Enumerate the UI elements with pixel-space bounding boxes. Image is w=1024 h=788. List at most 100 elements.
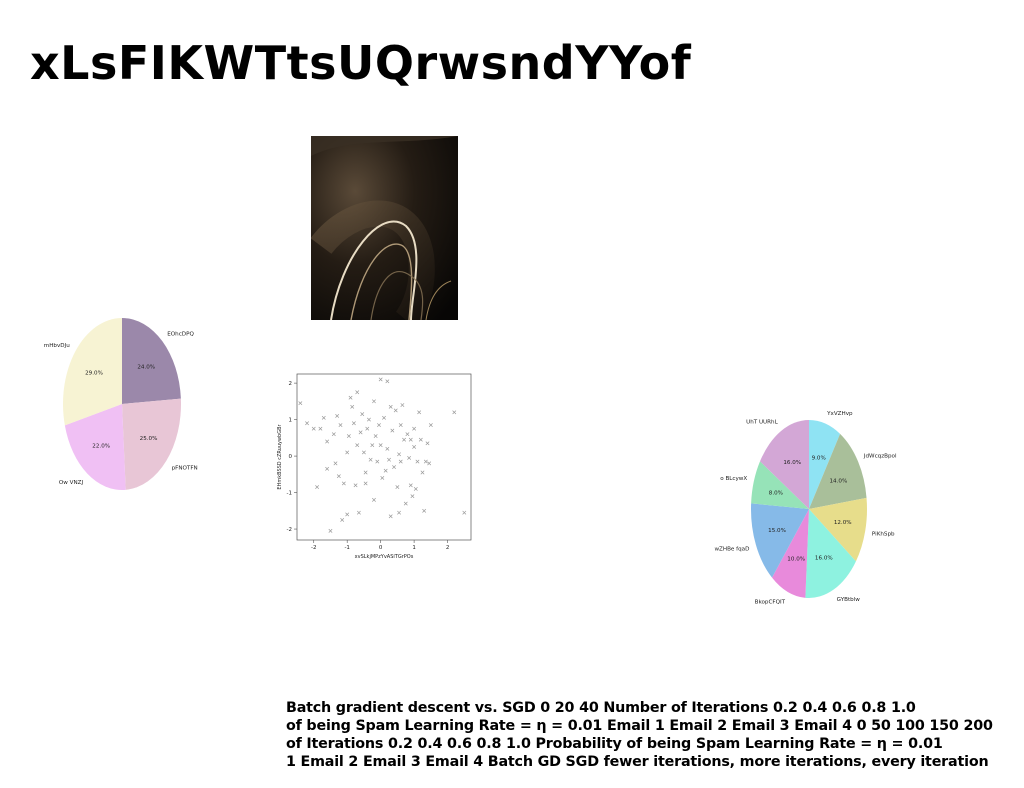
scatter-point (341, 481, 346, 486)
scatter-point (368, 457, 373, 462)
scatter-point (328, 528, 333, 533)
x-tick-label: 0 (379, 545, 383, 551)
scatter-point (407, 455, 412, 460)
y-tick-label: 1 (289, 418, 293, 424)
scatter-point (338, 423, 343, 428)
pie-slice-label: o BLcywX (720, 476, 747, 482)
caption-line: 1 Email 2 Email 3 Email 4 Batch GD SGD f… (286, 754, 989, 770)
scatter-point (377, 423, 381, 428)
scatter-point (412, 426, 417, 431)
pie-pct-label: 8.0% (769, 490, 783, 496)
scatter-point (415, 459, 420, 464)
scatter-point (353, 483, 358, 488)
pie-pct-label: 24.0% (137, 364, 155, 370)
abstract-swirl-image (311, 136, 458, 320)
pie-pct-label: 29.0% (85, 370, 103, 376)
scatter-point (403, 501, 408, 506)
scatter-point (346, 434, 351, 438)
scatter-point (373, 434, 378, 438)
scatter-point (355, 390, 360, 395)
scatter-point (417, 410, 422, 415)
pie-chart-1: 24.0% EOhcDPQ 25.0% pFNOTFN 22.0% Ow VNZJ 29.0… (44, 318, 198, 490)
page-title: xLsFIKWTtsUQrwsndYYof (30, 36, 692, 90)
caption-line: of being Spam Learning Rate = η = 0.01 E… (286, 718, 993, 734)
pie-slice-label: EOhcDPQ (167, 332, 194, 338)
pie-slice-label: JdWcqzBpol (863, 454, 897, 460)
scatter-point (428, 423, 433, 428)
scatter-point (375, 459, 380, 464)
scatter-point (366, 417, 371, 422)
scatter-point (427, 461, 432, 466)
scatter-point (380, 476, 385, 480)
scatter-point (336, 474, 341, 479)
scatter-point (392, 465, 396, 469)
scatter-point (333, 461, 338, 466)
scatter-point (298, 401, 303, 406)
pie-slice-label: mHbvDJu (44, 343, 70, 349)
caption-line: Batch gradient descent vs. SGD 0 20 40 N… (286, 700, 916, 716)
scatter-point (356, 510, 361, 515)
pie-pct-label: 15.0% (768, 528, 786, 534)
pie-pct-label: 12.0% (834, 520, 852, 526)
scatter-point (340, 517, 345, 522)
scatter-point (345, 450, 350, 455)
scatter-point (382, 415, 386, 420)
scatter-point (452, 410, 457, 415)
scatter-point (372, 497, 376, 502)
scatter-point (398, 423, 403, 428)
y-tick-label: 0 (289, 454, 293, 460)
scatter-point (348, 395, 353, 400)
scatter-point (408, 483, 413, 488)
scatter-point (365, 426, 370, 431)
scatter-point (345, 512, 350, 517)
pie-chart-2: 9.0% YxVZHvp 14.0% JdWcqzBpol 12.0% PiKhSpb 16… (714, 411, 897, 605)
scatter-point (418, 437, 423, 442)
pie-slice-label: PiKhSpb (872, 532, 895, 538)
scatter-point (378, 443, 383, 448)
caption-line: of Iterations 0.2 0.4 0.6 0.8 1.0 Probab… (286, 736, 943, 752)
scatter-point (393, 408, 398, 413)
x-tick-label: 2 (446, 545, 450, 551)
scatter-point (388, 404, 393, 409)
scatter-point (363, 481, 368, 486)
scatter-point (412, 445, 417, 449)
y-axis-label: EHmkBSSD cZRuuywbGBr (277, 423, 283, 489)
x-tick-label: -2 (311, 545, 316, 551)
scatter-point (410, 494, 415, 499)
scatter-point (331, 432, 336, 437)
pie-pct-label: 16.0% (815, 555, 833, 561)
scatter-point (335, 414, 340, 418)
scatter-point (390, 428, 395, 433)
scatter-point (397, 510, 402, 515)
scatter-point (360, 412, 365, 417)
scatter-point (385, 379, 390, 384)
y-tick-label: -1 (287, 491, 292, 497)
y-tick-label: 2 (289, 381, 293, 387)
pie-pct-label: 25.0% (140, 436, 158, 442)
pie-pct-label: 10.0% (787, 557, 805, 563)
scatter-point (305, 421, 309, 426)
scatter-point (318, 426, 323, 431)
scatter-point (395, 485, 400, 490)
caption-text: Batch gradient descent vs. SGD 0 20 40 N… (286, 699, 1016, 771)
pie-pct-label: 14.0% (829, 478, 847, 484)
x-tick-label: 1 (412, 545, 416, 551)
scatter-point (355, 443, 360, 448)
scatter-point (402, 437, 407, 442)
scatter-point (422, 508, 427, 513)
scatter-point (462, 510, 467, 515)
scatter-point (383, 468, 388, 473)
scatter-point (358, 430, 363, 435)
pie-pct-label: 16.0% (783, 460, 801, 466)
scatter-point (325, 466, 330, 471)
scatter-point (388, 514, 393, 519)
scatter-point (363, 470, 368, 475)
scatter-point (361, 450, 366, 455)
pie-slice-label: YxVZHvp (826, 411, 853, 417)
scatter-point (420, 470, 425, 475)
scatter-point (321, 415, 326, 420)
scatter-point (325, 439, 330, 444)
pie-slice-label: GYBtblw (837, 597, 861, 603)
scatter-point (397, 452, 402, 457)
scatter-point (400, 403, 405, 407)
